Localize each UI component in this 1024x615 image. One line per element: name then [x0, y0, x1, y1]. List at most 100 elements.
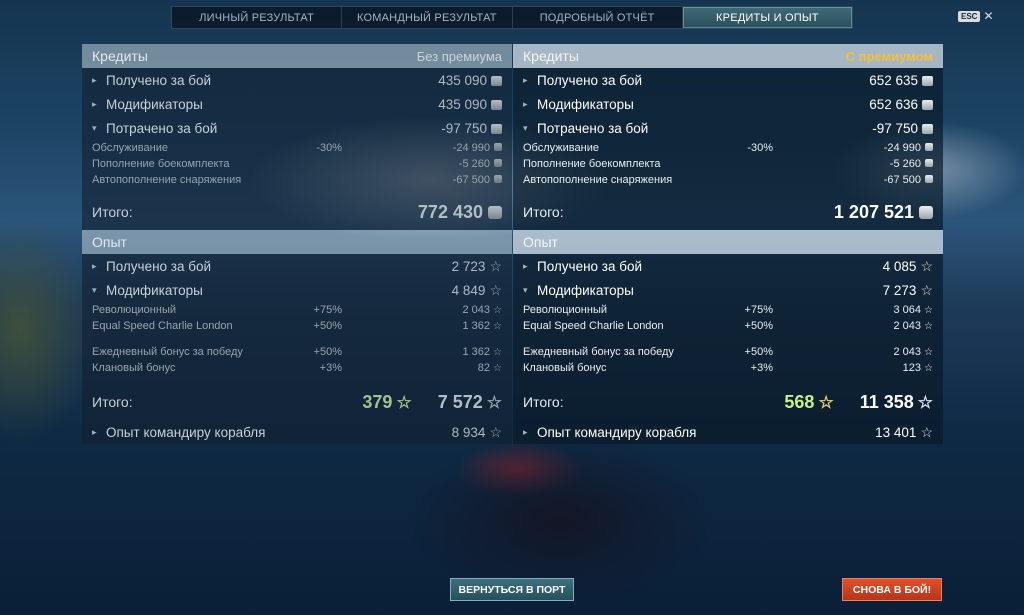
esc-close-button[interactable]: ESC ✕ — [958, 10, 994, 22]
row-value: 435 090 — [412, 97, 502, 112]
credits-header: Кредиты Без премиума — [82, 44, 512, 68]
credits-body: ▸ Получено за бой 652 635 ▸ Модификаторы… — [513, 68, 943, 230]
close-icon: ✕ — [983, 9, 994, 23]
credits-icon — [922, 75, 933, 86]
collapse-arrow-icon: ▾ — [523, 284, 528, 295]
credits-icon — [922, 99, 933, 110]
credits-earned-row[interactable]: ▸ Получено за бой 652 635 — [513, 68, 943, 92]
row-label: Получено за бой — [537, 72, 643, 88]
detail-row-signal: Equal Speed Charlie London +50% 1 362 ☆ — [92, 320, 502, 332]
star-icon: ☆ — [917, 392, 933, 412]
row-label: Получено за бой — [106, 72, 212, 88]
star-icon: ☆ — [493, 347, 502, 358]
credits-icon — [494, 175, 502, 183]
credits-title: Кредиты — [523, 48, 579, 64]
expand-arrow-icon: ▸ — [92, 98, 97, 109]
row-value: 2 723 ☆ — [451, 257, 502, 274]
exp-total-value: 11 358 ☆ — [859, 391, 933, 412]
credits-modifiers-row[interactable]: ▸ Модификаторы 435 090 — [82, 92, 512, 116]
detail-row-signal: Equal Speed Charlie London +50% 2 043 ☆ — [523, 320, 933, 332]
row-value: 8 934 ☆ — [451, 423, 502, 440]
row-value: 7 273 ☆ — [882, 281, 933, 298]
credits-icon — [488, 205, 502, 219]
credits-earned-row[interactable]: ▸ Получено за бой 435 090 — [82, 68, 512, 92]
row-label: Потрачено за бой — [537, 120, 649, 136]
exp-modifiers-row[interactable]: ▾ Модификаторы 4 849 ☆ — [82, 278, 512, 302]
exp-total-value: 7 572 ☆ — [437, 391, 502, 412]
star-icon: ☆ — [493, 363, 502, 374]
credits-spent-row[interactable]: ▾ Потрачено за бой -97 750 — [513, 116, 943, 140]
commander-exp-row[interactable]: ▸ Опыт командиру корабля 8 934 ☆ — [82, 420, 512, 444]
free-exp-value: 379 ☆ — [362, 391, 412, 412]
exp-earned-row[interactable]: ▸ Получено за бой 2 723 ☆ — [82, 254, 512, 278]
expand-arrow-icon: ▸ — [523, 98, 528, 109]
row-value: 652 636 — [843, 97, 933, 112]
exp-modifiers-row[interactable]: ▾ Модификаторы 7 273 ☆ — [513, 278, 943, 302]
star-icon: ☆ — [924, 363, 933, 374]
row-label: Модификаторы — [537, 282, 634, 298]
row-value: 652 635 — [843, 73, 933, 88]
row-label: Модификаторы — [537, 96, 634, 112]
free-exp-value: 568 ☆ — [784, 391, 834, 412]
total-label: Итого: — [92, 204, 133, 220]
detail-row-clan-bonus: Клановый бонус +3% 123 ☆ — [523, 362, 933, 374]
panel-premium: Кредиты С премиумом ▸ Получено за бой 65… — [513, 44, 943, 457]
star-icon: ☆ — [493, 321, 502, 332]
credits-icon — [919, 205, 933, 219]
battle-again-button[interactable]: СНОВА В БОЙ! — [842, 578, 942, 601]
credits-title: Кредиты — [92, 48, 148, 64]
detail-row-consumables: Автопополнение снаряжения -67 500 — [82, 172, 512, 188]
star-icon: ☆ — [920, 257, 933, 274]
exp-title: Опыт — [523, 234, 558, 250]
premium-label: С премиумом — [845, 48, 933, 64]
row-label: Получено за бой — [106, 258, 212, 274]
exp-total-row: Итого: 379 ☆ 7 572 ☆ — [82, 384, 512, 420]
star-icon: ☆ — [489, 423, 502, 440]
exp-earned-row[interactable]: ▸ Получено за бой 4 085 ☆ — [513, 254, 943, 278]
credits-icon — [494, 159, 502, 167]
detail-row-ammo: Пополнение боекомплекта -5 260 — [82, 156, 512, 172]
star-icon: ☆ — [486, 392, 502, 412]
row-label: Опыт командиру корабля — [537, 424, 697, 440]
return-to-port-button[interactable]: ВЕРНУТЬСЯ В ПОРТ — [450, 578, 574, 601]
detail-row-clan-bonus: Клановый бонус +3% 82 ☆ — [92, 362, 502, 374]
row-label: Опыт командиру корабля — [106, 424, 266, 440]
star-icon: ☆ — [489, 281, 502, 298]
detail-row-maintenance: Обслуживание -30% -24 990 — [513, 140, 943, 156]
exp-body: ▸ Получено за бой 4 085 ☆ ▾ Модификаторы … — [513, 254, 943, 444]
row-label: Потрачено за бой — [106, 120, 218, 136]
collapse-arrow-icon: ▾ — [523, 122, 528, 133]
credits-total-value: 772 430 — [418, 202, 502, 223]
credits-modifiers-row[interactable]: ▸ Модификаторы 652 636 — [513, 92, 943, 116]
credits-icon — [925, 159, 933, 167]
commander-exp-row[interactable]: ▸ Опыт командиру корабля 13 401 ☆ — [513, 420, 943, 444]
tab-team-result[interactable]: КОМАНДНЫЙ РЕЗУЛЬТАТ — [342, 7, 513, 28]
detail-row-revolutionary: Революционный +75% 3 064 ☆ — [523, 304, 933, 316]
tab-credits-and-exp[interactable]: КРЕДИТЫ И ОПЫТ — [682, 7, 852, 28]
row-value: 435 090 — [412, 73, 502, 88]
panel-no-premium: Кредиты Без премиума ▸ Получено за бой 4… — [82, 44, 512, 457]
tab-detailed-report[interactable]: ПОДРОБНЫЙ ОТЧЁТ — [513, 7, 683, 28]
star-icon: ☆ — [924, 305, 933, 316]
collapse-arrow-icon: ▾ — [92, 122, 97, 133]
expand-arrow-icon: ▸ — [92, 74, 97, 85]
expand-arrow-icon: ▸ — [92, 426, 97, 437]
expand-arrow-icon: ▸ — [92, 260, 97, 271]
exp-body: ▸ Получено за бой 2 723 ☆ ▾ Модификаторы … — [82, 254, 512, 444]
credits-total-value: 1 207 521 — [834, 202, 933, 223]
row-value: -97 750 — [412, 121, 502, 136]
exp-title: Опыт — [92, 234, 127, 250]
detail-row-maintenance: Обслуживание -30% -24 990 — [82, 140, 512, 156]
credits-spent-row[interactable]: ▾ Потрачено за бой -97 750 — [82, 116, 512, 140]
no-premium-label: Без премиума — [416, 48, 502, 64]
detail-row-ammo: Пополнение боекомплекта -5 260 — [513, 156, 943, 172]
credits-icon — [491, 123, 502, 134]
credits-icon — [491, 75, 502, 86]
credits-total-row: Итого: 1 207 521 — [513, 194, 943, 230]
credits-icon — [925, 175, 933, 183]
tab-personal-result[interactable]: ЛИЧНЫЙ РЕЗУЛЬТАТ — [172, 7, 343, 28]
row-value: 4 085 ☆ — [882, 257, 933, 274]
row-value: -97 750 — [843, 121, 933, 136]
exp-total-row: Итого: 568 ☆ 11 358 ☆ — [513, 384, 943, 420]
star-icon: ☆ — [920, 281, 933, 298]
